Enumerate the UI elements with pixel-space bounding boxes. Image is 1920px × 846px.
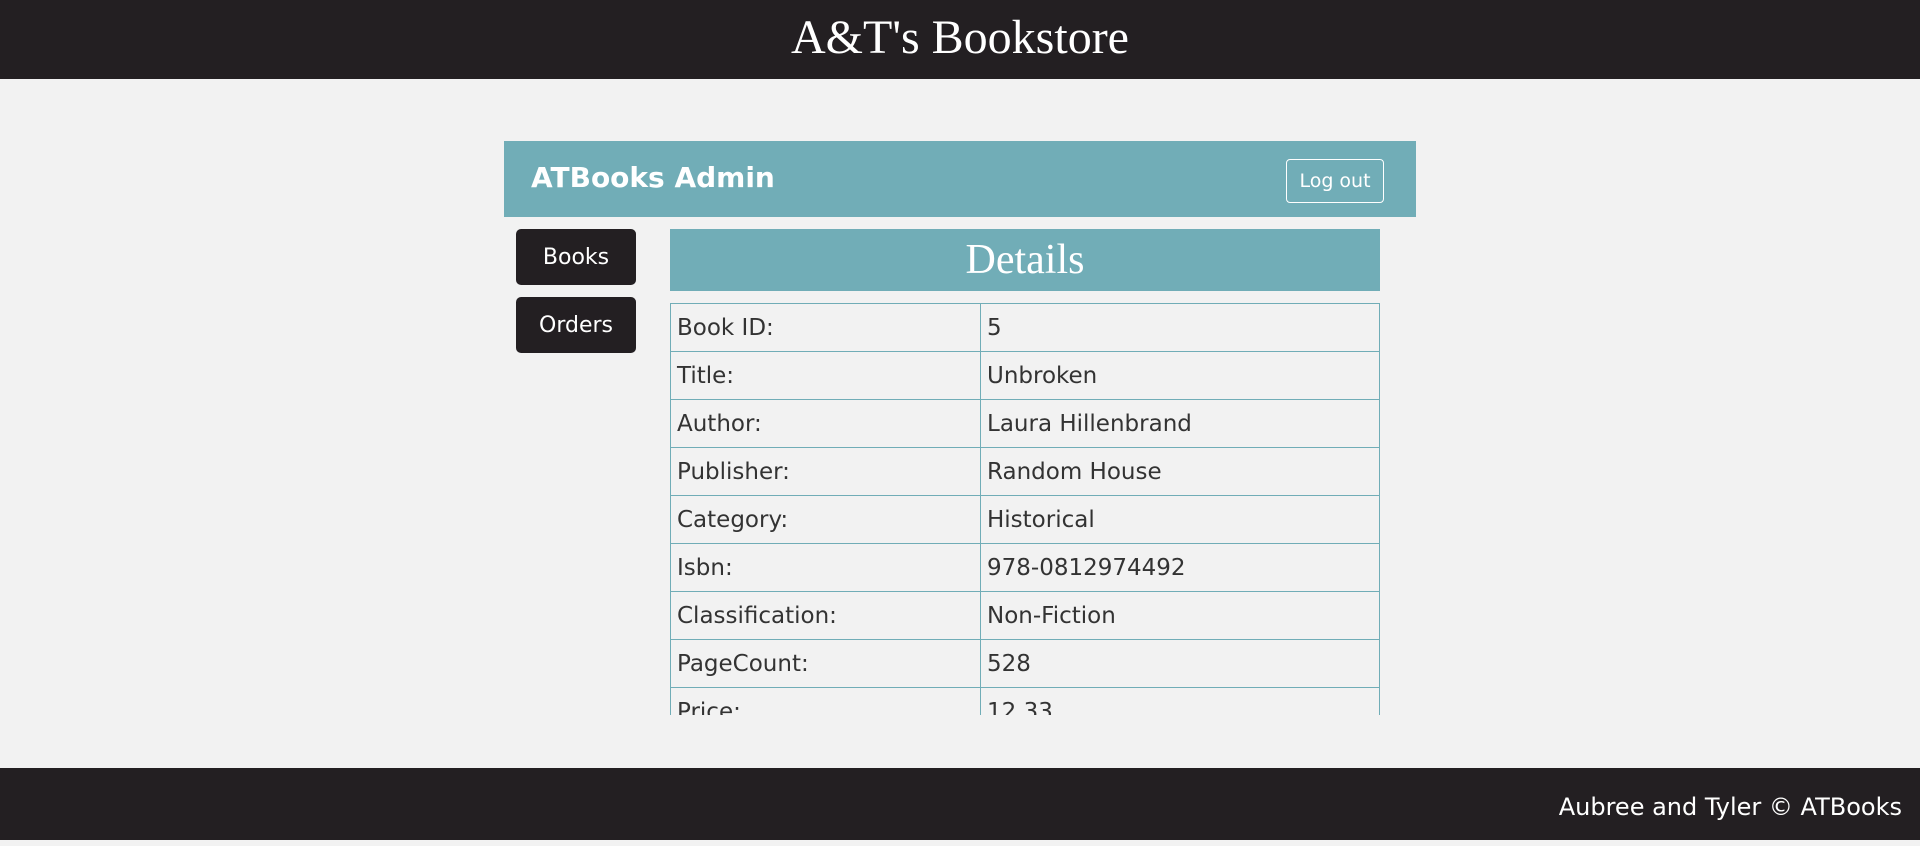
admin-title: ATBooks Admin [531,161,775,194]
row-label: Isbn: [670,543,981,592]
table-row: Publisher: Random House [670,447,1380,496]
admin-bar: ATBooks Admin Log out [504,141,1416,217]
table-row: Book ID: 5 [670,303,1380,352]
orders-button[interactable]: Orders [516,297,636,353]
row-label: Title: [670,351,981,400]
footer-credits: Aubree and Tyler © ATBooks [1558,793,1902,821]
books-button[interactable]: Books [516,229,636,285]
row-value: Random House [980,447,1380,496]
table-row: PageCount: 528 [670,639,1380,688]
table-row: Category: Historical [670,495,1380,544]
site-footer: Aubree and Tyler © ATBooks [0,768,1920,840]
row-value: 528 [980,639,1380,688]
row-value: Non-Fiction [980,591,1380,640]
row-value: Unbroken [980,351,1380,400]
row-label: Price: [670,687,981,715]
row-value: Historical [980,495,1380,544]
row-label: Category: [670,495,981,544]
row-value: 12.33 [980,687,1380,715]
details-heading: Details [670,229,1380,291]
admin-panel: ATBooks Admin Log out Books Orders Detai… [504,141,1416,715]
admin-sidenav: Books Orders [516,229,636,365]
site-title: A&T's Bookstore [791,11,1129,64]
table-row: Classification: Non-Fiction [670,591,1380,640]
table-row: Price: 12.33 [670,687,1380,715]
table-row: Author: Laura Hillenbrand [670,399,1380,448]
site-header: A&T's Bookstore [0,0,1920,79]
details-table: Book ID: 5 Title: Unbroken Author: Laura… [670,303,1380,715]
row-value: Laura Hillenbrand [980,399,1380,448]
row-value: 5 [980,303,1380,352]
row-label: Publisher: [670,447,981,496]
table-row: Title: Unbroken [670,351,1380,400]
logout-button[interactable]: Log out [1286,159,1384,203]
row-value: 978-0812974492 [980,543,1380,592]
row-label: Book ID: [670,303,981,352]
row-label: Classification: [670,591,981,640]
row-label: PageCount: [670,639,981,688]
details-scroll-area[interactable]: Details Book ID: 5 Title: Unbroken Autho… [670,229,1414,715]
row-label: Author: [670,399,981,448]
table-row: Isbn: 978-0812974492 [670,543,1380,592]
